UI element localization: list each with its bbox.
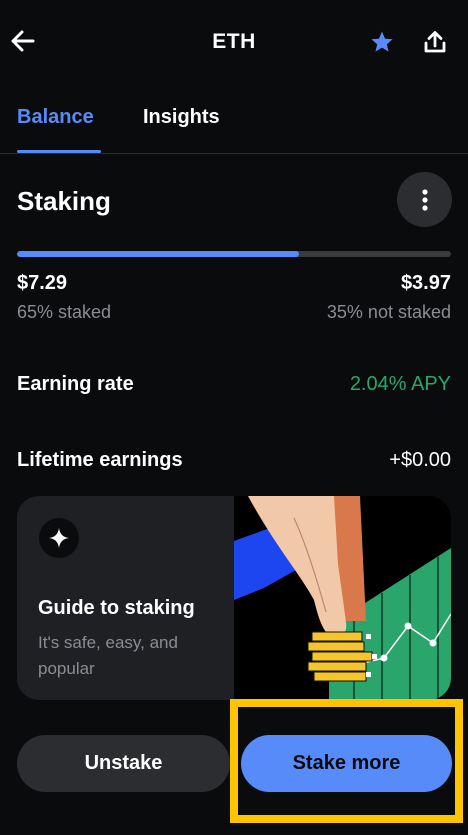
sparkle-badge — [39, 518, 79, 558]
tab-insights[interactable]: Insights — [143, 106, 220, 129]
guide-title: Guide to staking — [38, 597, 195, 619]
more-vertical-icon — [421, 188, 428, 211]
staking-title: Staking — [17, 186, 111, 216]
page-title: ETH — [212, 30, 256, 53]
not-staked-percent: 35% not staked — [326, 302, 451, 322]
guide-to-staking-card[interactable]: Guide to staking It's safe, easy, and po… — [17, 496, 451, 700]
sparkle-icon — [49, 528, 69, 548]
share-icon — [424, 31, 446, 53]
tab-bar: Balance Insights — [0, 86, 468, 154]
staking-progress-fill — [17, 251, 300, 257]
share-button[interactable] — [420, 27, 450, 57]
app-header: ETH — [0, 0, 468, 86]
guide-description: It's safe, easy, and popular — [38, 633, 178, 678]
staked-percent: 65% staked — [17, 302, 112, 322]
staked-amount: $7.29 — [17, 272, 68, 294]
staking-menu-button[interactable] — [397, 172, 452, 227]
earning-rate-value: 2.04% APY — [349, 373, 451, 395]
favorite-button[interactable] — [368, 28, 396, 56]
highlight-box — [230, 699, 463, 823]
active-tab-indicator — [17, 150, 101, 153]
earning-rate-label: Earning rate — [17, 373, 134, 395]
lifetime-earnings-value: +$0.00 — [389, 449, 451, 471]
not-staked-amount: $3.97 — [400, 272, 451, 294]
unstake-button[interactable]: Unstake — [17, 735, 230, 792]
star-icon — [371, 31, 393, 52]
staking-progress-bar — [17, 251, 451, 257]
staking-illustration — [234, 496, 451, 700]
tab-balance[interactable]: Balance — [17, 106, 94, 129]
lifetime-earnings-label: Lifetime earnings — [17, 449, 183, 471]
